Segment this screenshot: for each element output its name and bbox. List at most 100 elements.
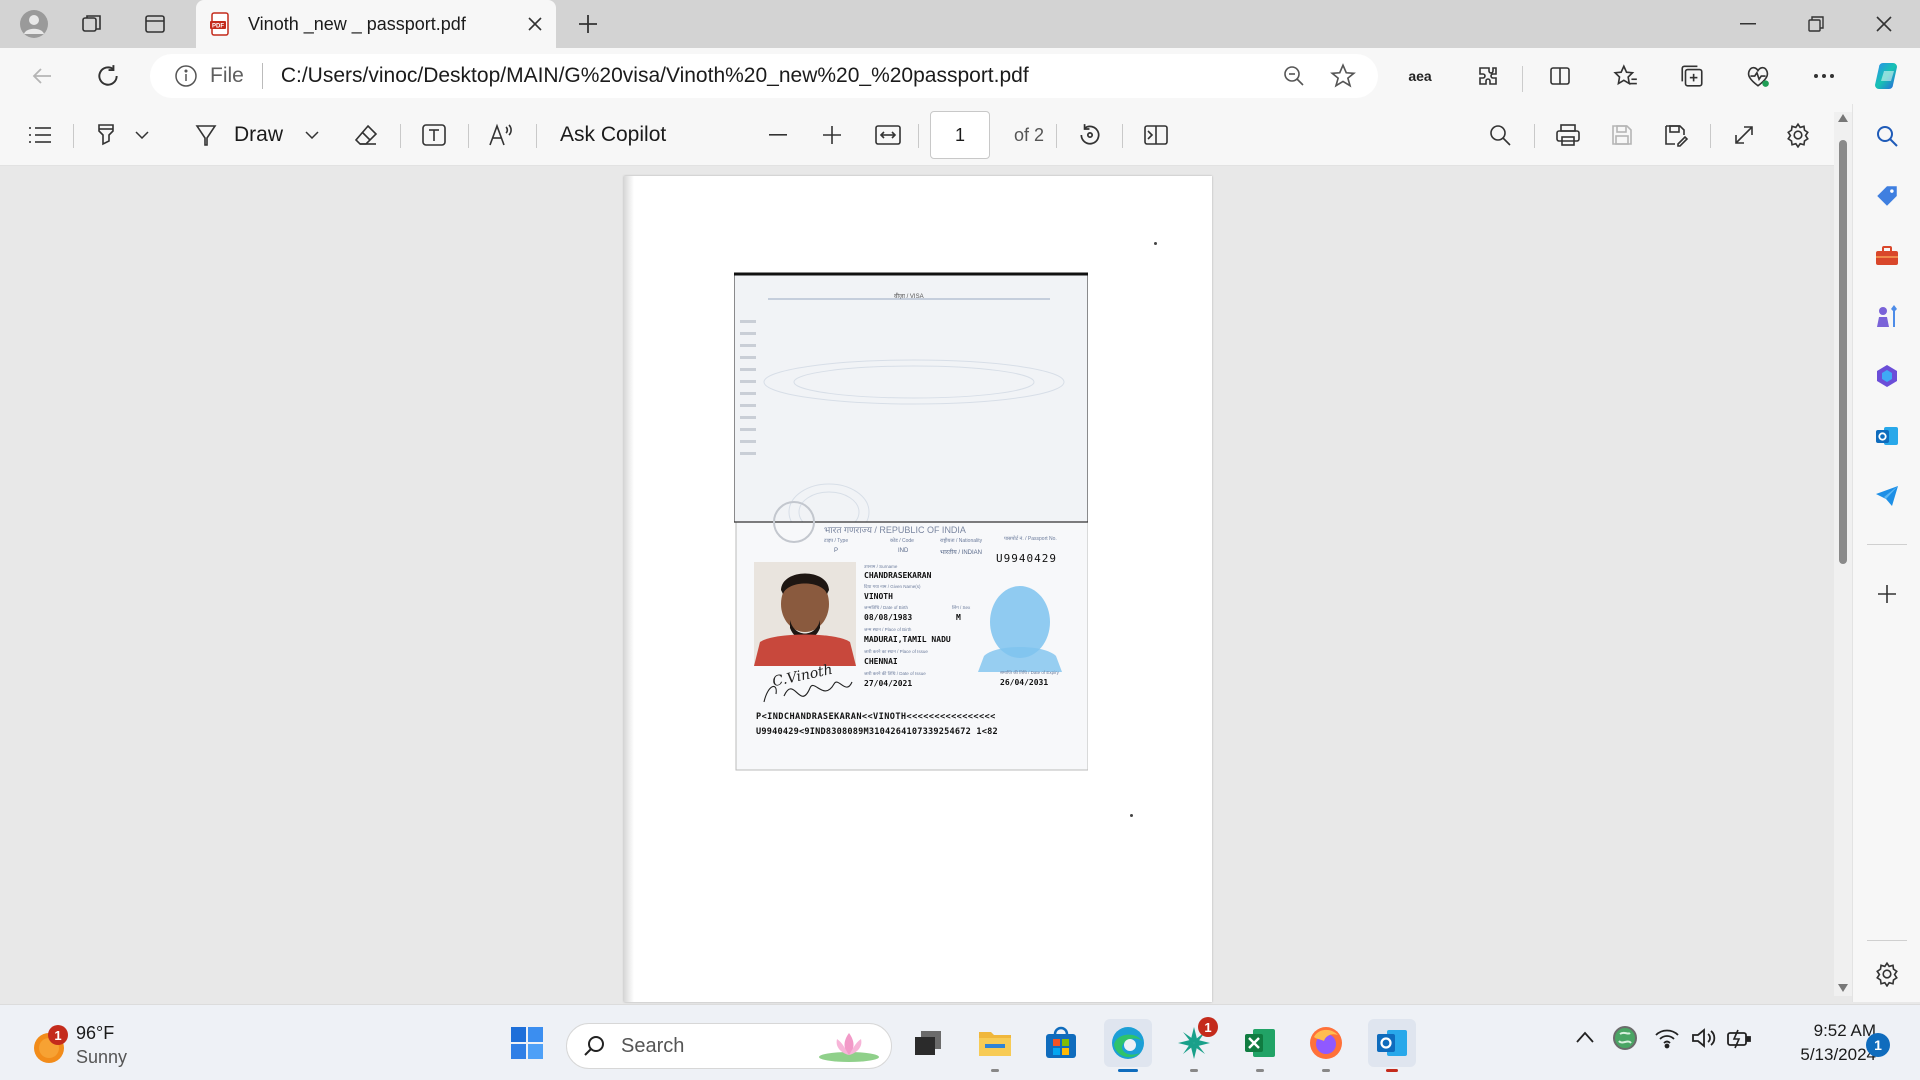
draw-icon[interactable] — [186, 115, 226, 155]
copilot-badge: 1 — [1198, 1017, 1218, 1037]
poi-label: जारी करने का स्थान / Place of Issue — [864, 649, 928, 654]
doi-label: जारी करने की तिथि / Date of Issue — [864, 671, 926, 676]
file-explorer-icon[interactable] — [971, 1019, 1019, 1072]
address-bar[interactable]: File C:/Users/vinoc/Desktop/MAIN/G%20vis… — [150, 54, 1378, 98]
draw-button[interactable]: Draw — [234, 115, 283, 155]
copilot-icon[interactable] — [1866, 54, 1910, 98]
amazon-extension-icon[interactable]: aea — [1400, 56, 1440, 96]
url-text[interactable]: C:/Users/vinoc/Desktop/MAIN/G%20visa/Vin… — [281, 64, 1029, 88]
toolbar-separator — [918, 124, 919, 148]
rotate-icon[interactable] — [1070, 115, 1110, 155]
back-button[interactable] — [22, 56, 62, 96]
browser-essentials-icon[interactable] — [1738, 56, 1778, 96]
profile-avatar-icon[interactable] — [16, 6, 52, 42]
excel-icon[interactable] — [1236, 1019, 1284, 1072]
favorites-icon[interactable] — [1606, 56, 1646, 96]
scan-edge-shadow — [624, 176, 634, 1002]
workspaces-icon[interactable] — [74, 6, 110, 42]
pdf-file-icon: PDF — [210, 12, 232, 36]
weather-temp: 96°F — [76, 1023, 115, 1043]
microsoft-store-icon[interactable] — [1037, 1019, 1085, 1067]
save-as-icon[interactable] — [1656, 115, 1696, 155]
info-icon[interactable] — [174, 64, 198, 88]
send-telegram-icon[interactable] — [1867, 476, 1907, 516]
restore-button[interactable] — [1782, 0, 1850, 48]
scan-speck — [1154, 242, 1157, 245]
passport-number: U9940429 — [996, 552, 1057, 565]
fit-to-width-icon[interactable] — [868, 115, 908, 155]
scroll-up-arrow-icon[interactable] — [1838, 114, 1848, 122]
fullscreen-icon[interactable] — [1724, 115, 1764, 155]
toolbar-separator — [73, 124, 74, 148]
draw-dropdown-chevron-icon[interactable] — [298, 115, 326, 155]
volume-icon[interactable] — [1690, 1027, 1718, 1049]
tools-briefcase-icon[interactable] — [1867, 236, 1907, 276]
add-text-icon[interactable] — [414, 115, 454, 155]
firefox-icon[interactable] — [1302, 1019, 1350, 1072]
read-aloud-icon[interactable] — [482, 115, 522, 155]
collections-icon[interactable] — [1672, 56, 1712, 96]
vertical-scrollbar[interactable] — [1834, 112, 1852, 996]
dob-label: जन्मतिथि / Date of Birth — [864, 605, 908, 610]
clock-time[interactable]: 9:52 AM — [1754, 1021, 1876, 1041]
page-number-input[interactable]: 1 — [930, 111, 990, 159]
contents-list-icon[interactable] — [20, 115, 60, 155]
wifi-icon[interactable] — [1654, 1027, 1680, 1049]
sidebar-divider — [1867, 544, 1907, 545]
zoom-out-icon[interactable] — [1282, 64, 1306, 88]
save-icon[interactable] — [1602, 115, 1642, 155]
copilot-taskbar-icon[interactable]: 1 — [1170, 1017, 1218, 1072]
refresh-button[interactable] — [88, 56, 128, 96]
page-view-icon[interactable] — [1136, 115, 1176, 155]
more-options-icon[interactable] — [1804, 56, 1844, 96]
zoom-in-button[interactable] — [812, 115, 852, 155]
close-tab-icon[interactable] — [528, 17, 542, 31]
taskbar-search-box[interactable]: Search — [566, 1023, 892, 1069]
highlight-icon[interactable] — [86, 115, 126, 155]
outlook-icon[interactable] — [1867, 416, 1907, 456]
battery-charging-icon[interactable] — [1726, 1027, 1754, 1049]
nationality-label: राष्ट्रीयता / Nationality — [940, 538, 983, 544]
start-button[interactable] — [503, 1019, 551, 1067]
toolbar-separator — [1534, 124, 1535, 148]
shopping-tag-icon[interactable] — [1867, 176, 1907, 216]
vertical-tabs-icon[interactable] — [137, 6, 173, 42]
task-view-icon[interactable] — [904, 1019, 952, 1067]
split-screen-icon[interactable] — [1540, 56, 1580, 96]
highlight-dropdown-chevron-icon[interactable] — [128, 115, 156, 155]
games-icon[interactable] — [1867, 296, 1907, 336]
date-of-expiry: 26/04/2031 — [1000, 678, 1049, 687]
running-indicator — [1256, 1069, 1264, 1072]
close-window-button[interactable] — [1850, 0, 1918, 48]
taskbar: 1 96°F Sunny Search 1 9:52 AM 5/13/2024 … — [0, 1004, 1920, 1080]
clock-date[interactable]: 5/13/2024 — [1754, 1045, 1876, 1065]
print-icon[interactable] — [1548, 115, 1588, 155]
scroll-down-arrow-icon[interactable] — [1838, 984, 1848, 992]
pdf-settings-gear-icon[interactable] — [1778, 115, 1818, 155]
add-sidebar-app-icon[interactable] — [1867, 574, 1907, 614]
find-icon[interactable] — [1480, 115, 1520, 155]
minimize-button[interactable] — [1714, 0, 1782, 48]
weather-widget[interactable]: 1 96°F Sunny — [28, 1021, 228, 1069]
extensions-icon[interactable] — [1468, 56, 1508, 96]
mrz-line-1: P<INDCHANDRASEKARAN<<VINOTH<<<<<<<<<<<<<… — [756, 712, 996, 722]
new-tab-icon[interactable] — [570, 6, 606, 42]
vpn-globe-icon[interactable] — [1612, 1025, 1638, 1051]
zoom-out-button[interactable] — [758, 115, 798, 155]
given-name: VINOTH — [864, 592, 893, 601]
page-total-label: of 2 — [1013, 124, 1045, 145]
eraser-icon[interactable] — [346, 115, 386, 155]
passport-image: वीज़ा / VISA भारत गणराज्य / REPUBLIC OF … — [734, 272, 1088, 772]
outlook-taskbar-icon[interactable] — [1368, 1019, 1416, 1072]
sidebar-search-icon[interactable] — [1867, 116, 1907, 156]
edge-browser-icon[interactable] — [1104, 1019, 1152, 1072]
sidebar-settings-gear-icon[interactable] — [1867, 954, 1907, 994]
notification-count-badge[interactable]: 1 — [1866, 1033, 1890, 1057]
tab-active[interactable]: PDF Vinoth _new _ passport.pdf — [196, 0, 556, 48]
show-hidden-icons-chevron-icon[interactable] — [1576, 1031, 1594, 1043]
code-value: IND — [898, 548, 909, 554]
scrollbar-thumb[interactable] — [1839, 140, 1847, 564]
microsoft-365-icon[interactable] — [1867, 356, 1907, 396]
ask-copilot-button[interactable]: Ask Copilot — [560, 115, 666, 155]
favorite-star-icon[interactable] — [1330, 63, 1356, 89]
